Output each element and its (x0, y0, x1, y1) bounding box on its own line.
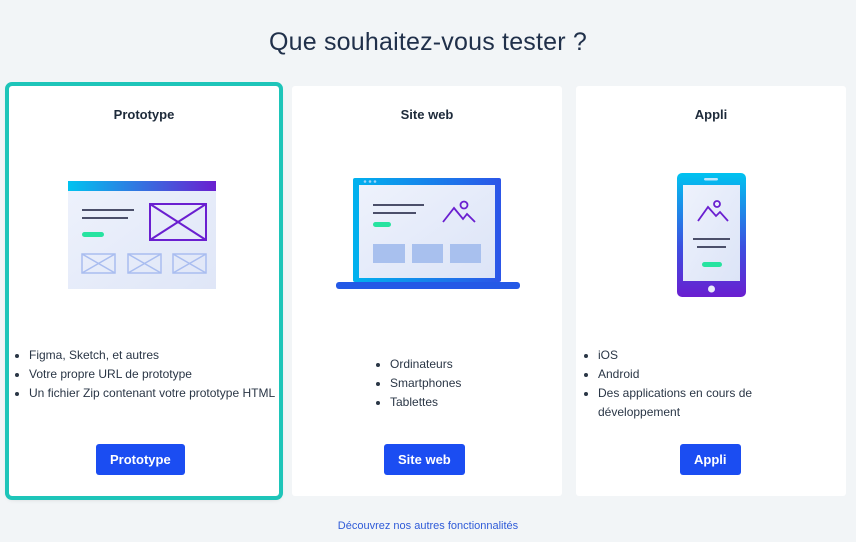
smartphone-illustration-icon (677, 173, 746, 297)
list-item: Des applications en cours de développeme… (598, 384, 808, 422)
list-item: Votre propre URL de prototype (29, 365, 291, 384)
card-title: Prototype (113, 107, 175, 122)
page-title: Que souhaitez-vous tester ? (268, 28, 588, 56)
website-button[interactable]: Site web (384, 444, 465, 475)
card-prototype[interactable]: Prototype Figma, Sketch, et autres Votre… (5, 82, 283, 500)
list-item: Android (598, 365, 808, 384)
feature-list: iOS Android Des applications en cours de… (580, 346, 808, 422)
list-item: Tablettes (390, 393, 570, 412)
card-app[interactable]: Appli iOS Android Des applications en co… (576, 86, 846, 496)
feature-list: Figma, Sketch, et autres Votre propre UR… (11, 346, 291, 403)
list-item: Un fichier Zip contenant votre prototype… (29, 384, 291, 403)
card-title: Site web (400, 107, 454, 122)
feature-list: Ordinateurs Smartphones Tablettes (372, 355, 570, 412)
list-item: Smartphones (390, 374, 570, 393)
other-features-link[interactable]: Découvrez nos autres fonctionnalités (0, 520, 856, 532)
card-title: Appli (694, 107, 728, 122)
app-button[interactable]: Appli (680, 444, 741, 475)
list-item: iOS (598, 346, 808, 365)
list-item: Figma, Sketch, et autres (29, 346, 291, 365)
laptop-illustration-icon (336, 178, 520, 289)
list-item: Ordinateurs (390, 355, 570, 374)
prototype-illustration-icon (68, 181, 216, 289)
card-website[interactable]: Site web Ordinateurs Smartphones Tablett… (292, 86, 562, 496)
prototype-button[interactable]: Prototype (96, 444, 185, 475)
